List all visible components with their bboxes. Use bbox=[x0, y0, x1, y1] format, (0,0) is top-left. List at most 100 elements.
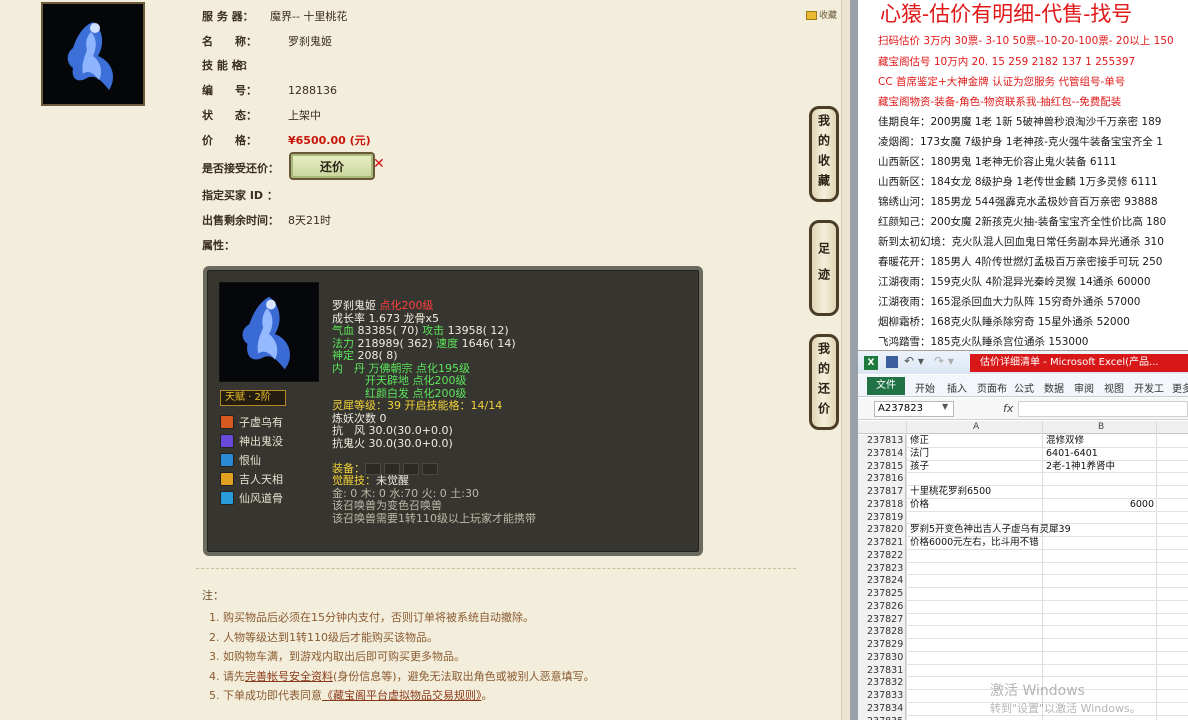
sheet-grid[interactable]: 237813 修正 混修双修 237814 法门 6401-6401 237815 孩子 2老-… bbox=[858, 435, 1188, 720]
tab-page-layout[interactable]: 页面布 bbox=[977, 380, 1007, 395]
tab-my-favorites[interactable]: 我的收藏 bbox=[809, 106, 839, 202]
row-number[interactable]: 237832 bbox=[858, 677, 906, 690]
tab-formulas[interactable]: 公式 bbox=[1014, 380, 1034, 395]
account-security-link[interactable]: 完善帐号安全资料 bbox=[245, 670, 333, 683]
cell-b[interactable]: 6000 bbox=[1046, 499, 1154, 511]
sheet-row[interactable]: 237835 bbox=[858, 715, 1188, 720]
cell-b[interactable]: 2老-1神1养肾中 bbox=[1046, 461, 1166, 473]
row-number[interactable]: 237813 bbox=[858, 435, 906, 448]
skill-slots-value: 5 bbox=[240, 59, 247, 72]
row-number[interactable]: 237814 bbox=[858, 447, 906, 461]
doc-line: 春暖花开：185男人 4阶传世燃灯孟极百万亲密接手可玩 250 bbox=[878, 256, 1163, 268]
page-scrollbar[interactable] bbox=[841, 0, 850, 720]
equip-slot[interactable] bbox=[422, 462, 438, 475]
tab-data[interactable]: 数据 bbox=[1044, 380, 1064, 395]
favorite-link[interactable]: 收藏 bbox=[806, 8, 837, 21]
cell-a[interactable]: 价格 bbox=[910, 499, 1040, 511]
sheet-row[interactable]: 237819 bbox=[858, 511, 1188, 525]
cell-a[interactable]: 孩子 bbox=[910, 461, 1040, 473]
row-number[interactable]: 237827 bbox=[858, 613, 906, 627]
equip-slot[interactable] bbox=[384, 462, 400, 475]
sheet-row[interactable]: 237813 修正 混修双修 bbox=[858, 435, 1188, 448]
skill-item[interactable]: 恨仙 bbox=[220, 450, 283, 469]
equip-slot[interactable] bbox=[403, 462, 419, 475]
row-number[interactable]: 237822 bbox=[858, 549, 906, 563]
tab-review[interactable]: 审阅 bbox=[1074, 380, 1094, 395]
row-number[interactable]: 237828 bbox=[858, 626, 906, 639]
tab-my-bargains[interactable]: 我的还价 bbox=[809, 334, 839, 430]
tab-developer[interactable]: 开发工 bbox=[1134, 380, 1164, 395]
purchase-notes: 注： 1. 购买物品后必须在15分钟内支付，否则订单将被系统自动撤除。 2. 人… bbox=[196, 568, 796, 707]
tab-insert[interactable]: 插入 bbox=[947, 380, 967, 395]
cell-b[interactable]: 混修双修 bbox=[1046, 435, 1166, 447]
sheet-row[interactable]: 237822 bbox=[858, 549, 1188, 563]
sheet-row[interactable]: 237814 法门 6401-6401 bbox=[858, 447, 1188, 461]
cell-a[interactable]: 十里桃花罗刹6500 bbox=[910, 486, 1040, 498]
row-number[interactable]: 237825 bbox=[858, 588, 906, 601]
formula-input[interactable] bbox=[1018, 401, 1188, 417]
sheet-row[interactable]: 237816 bbox=[858, 473, 1188, 486]
row-number[interactable]: 237821 bbox=[858, 537, 906, 550]
sheet-row[interactable]: 237823 bbox=[858, 562, 1188, 576]
skill-item[interactable]: 神出鬼没 bbox=[220, 431, 283, 450]
row-number[interactable]: 237826 bbox=[858, 600, 906, 614]
row-number[interactable]: 237818 bbox=[858, 498, 906, 512]
cell-a[interactable]: 法门 bbox=[910, 448, 1040, 460]
sheet-row[interactable]: 237830 bbox=[858, 651, 1188, 665]
sheet-row[interactable]: 237827 bbox=[858, 613, 1188, 627]
doc-title: 心猿-估价有明细-代售-找号 bbox=[880, 2, 1133, 26]
undo-icon[interactable]: ↶ ▾ bbox=[904, 354, 924, 368]
equip-slot[interactable] bbox=[365, 462, 381, 475]
sheet-row[interactable]: 237831 bbox=[858, 664, 1188, 678]
sheet-row[interactable]: 237817 十里桃花罗刹6500 bbox=[858, 486, 1188, 499]
bargain-button[interactable]: 还价 bbox=[289, 152, 375, 180]
column-header-b[interactable]: B bbox=[1098, 422, 1104, 432]
row-number[interactable]: 237815 bbox=[858, 460, 906, 474]
row-number[interactable]: 237830 bbox=[858, 651, 906, 665]
accept-bargain-label: 是否接受还价： bbox=[202, 162, 279, 175]
tab-footprints[interactable]: 足迹 bbox=[809, 220, 839, 316]
skill-item[interactable]: 子虚乌有 bbox=[220, 412, 283, 431]
cell-a[interactable]: 罗刹5开变色神出吉人子虚乌有灵犀39 bbox=[910, 524, 1071, 536]
row-number[interactable]: 237819 bbox=[858, 511, 906, 525]
sheet-row[interactable]: 237824 bbox=[858, 575, 1188, 588]
skill-item[interactable]: 仙风道骨 bbox=[220, 488, 283, 507]
skill-icon bbox=[220, 452, 234, 467]
note-line: 4. 请先完善帐号安全资料(身份信息等)，避免无法取出角色或被别人恶意填写。 bbox=[209, 668, 796, 688]
sheet-row[interactable]: 237829 bbox=[858, 639, 1188, 652]
redo-icon[interactable]: ↷ ▾ bbox=[934, 354, 954, 368]
fx-icon[interactable]: fx bbox=[1003, 402, 1013, 415]
row-number[interactable]: 237829 bbox=[858, 639, 906, 652]
row-number[interactable]: 237817 bbox=[858, 486, 906, 499]
tab-view[interactable]: 视图 bbox=[1104, 380, 1124, 395]
skill-name: 仙风道骨 bbox=[239, 491, 283, 505]
row-number[interactable]: 237820 bbox=[858, 524, 906, 537]
row-number[interactable]: 237816 bbox=[858, 473, 906, 486]
tab-home[interactable]: 开始 bbox=[915, 380, 935, 395]
sheet-row[interactable]: 237821 价格6000元左右，比斗用不错 bbox=[858, 537, 1188, 550]
cell-a[interactable]: 价格6000元左右，比斗用不错 bbox=[910, 537, 1040, 549]
row-number[interactable]: 237834 bbox=[858, 702, 906, 716]
resist-ghostfire: 抗鬼火 30.0(30.0+0.0) bbox=[332, 436, 453, 450]
tab-file[interactable]: 文件 bbox=[867, 377, 905, 395]
sheet-row[interactable]: 237828 bbox=[858, 626, 1188, 639]
sheet-row[interactable]: 237815 孩子 2老-1神1养肾中 bbox=[858, 460, 1188, 474]
trading-rules-link[interactable]: 《藏宝阁平台虚拟物品交易规则》 bbox=[322, 689, 482, 702]
row-number[interactable]: 237824 bbox=[858, 575, 906, 588]
row-number[interactable]: 237823 bbox=[858, 562, 906, 576]
close-icon[interactable]: ✕ bbox=[373, 156, 385, 172]
row-number[interactable]: 237833 bbox=[858, 690, 906, 703]
row-number[interactable]: 237835 bbox=[858, 715, 906, 720]
sheet-row[interactable]: 237818 价格 6000 bbox=[858, 498, 1188, 512]
column-header-a[interactable]: A bbox=[973, 422, 979, 432]
save-icon[interactable] bbox=[886, 356, 898, 368]
cell-b[interactable]: 6401-6401 bbox=[1046, 448, 1166, 460]
tab-more[interactable]: 更多 bbox=[1172, 380, 1188, 395]
sheet-row[interactable]: 237825 bbox=[858, 588, 1188, 601]
cell-a[interactable]: 修正 bbox=[910, 435, 1040, 447]
skill-item[interactable]: 吉人天相 bbox=[220, 469, 283, 488]
sheet-row[interactable]: 237820 罗刹5开变色神出吉人子虚乌有灵犀39 bbox=[858, 524, 1188, 537]
chevron-down-icon[interactable]: ▼ bbox=[942, 402, 948, 411]
sheet-row[interactable]: 237826 bbox=[858, 600, 1188, 614]
row-number[interactable]: 237831 bbox=[858, 664, 906, 678]
